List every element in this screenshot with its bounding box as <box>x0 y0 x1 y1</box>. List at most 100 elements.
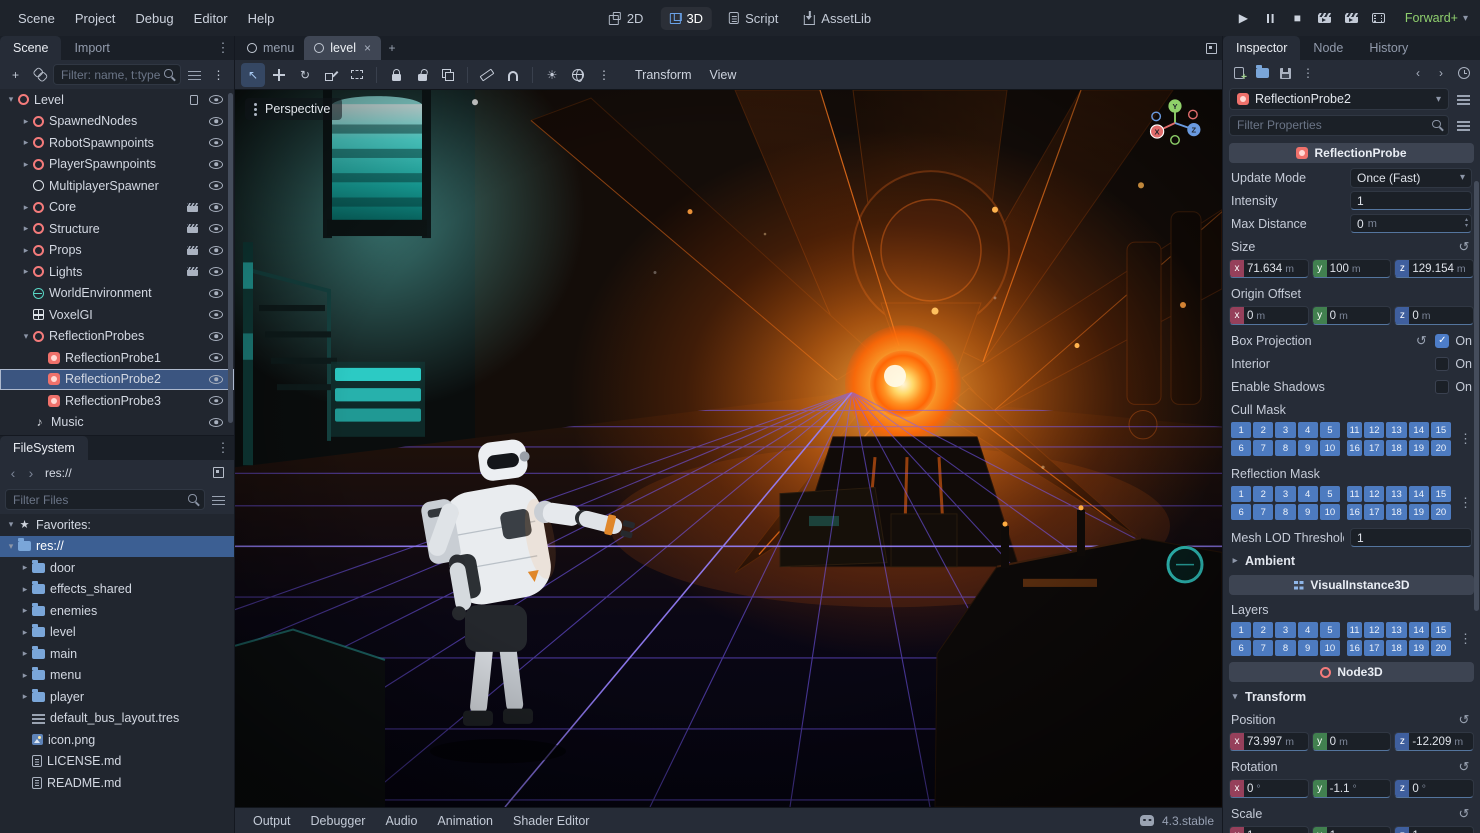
fs-split-mode-button[interactable] <box>208 462 229 483</box>
layer-cell-11[interactable]: 11 <box>1347 622 1363 638</box>
layer-cell-17[interactable]: 17 <box>1364 504 1385 520</box>
layer-cell-7[interactable]: 7 <box>1253 504 1274 520</box>
chevron-right-icon[interactable]: ▸ <box>18 648 32 659</box>
vector-field-x[interactable]: x1 <box>1229 826 1309 833</box>
vector-field-y[interactable]: y -1.1 ° <box>1311 779 1392 798</box>
load-resource-button[interactable] <box>1252 63 1272 83</box>
layer-cell-6[interactable]: 6 <box>1231 504 1252 520</box>
layer-cell-6[interactable]: 6 <box>1231 440 1252 456</box>
menu-editor[interactable]: Editor <box>184 0 238 36</box>
vector-field-x[interactable]: x 73.997 m <box>1229 732 1309 751</box>
renderer-select[interactable]: Forward+ ▾ <box>1401 11 1472 25</box>
layer-cell-19[interactable]: 19 <box>1408 504 1429 520</box>
stop-button[interactable]: ■ <box>1285 6 1310 31</box>
layer-cell-1[interactable]: 1 <box>1231 486 1252 502</box>
context-tab-script[interactable]: Script <box>720 7 787 30</box>
vector-field-z[interactable]: z 0 ° <box>1394 779 1475 798</box>
tab-inspector[interactable]: Inspector <box>1223 36 1301 60</box>
close-icon[interactable]: × <box>364 41 371 55</box>
chevron-right-icon[interactable]: ▸ <box>18 562 32 573</box>
layer-cell-18[interactable]: 18 <box>1386 640 1407 656</box>
move-tool-button[interactable] <box>267 63 291 87</box>
new-resource-button[interactable] <box>1229 63 1249 83</box>
fs-item-main[interactable]: ▸ main <box>0 643 234 665</box>
scene-node-level[interactable]: ▾ Level <box>0 89 234 111</box>
revert-icon[interactable]: ↺ <box>1456 759 1472 775</box>
group-transform[interactable]: ▾ Transform <box>1223 685 1480 708</box>
layer-cell-18[interactable]: 18 <box>1386 504 1407 520</box>
tab-filesystem[interactable]: FileSystem <box>0 436 88 460</box>
layer-cell-13[interactable]: 13 <box>1386 622 1407 638</box>
fs-item-player[interactable]: ▸ player <box>0 686 234 708</box>
movie-maker-button[interactable] <box>1366 6 1391 31</box>
layer-cell-7[interactable]: 7 <box>1253 640 1274 656</box>
chevron-right-icon[interactable]: ▸ <box>18 670 32 681</box>
layer-cell-19[interactable]: 19 <box>1408 440 1429 456</box>
layer-grid-menu-icon[interactable]: ⋮ <box>1459 431 1472 447</box>
play-button[interactable]: ▶ <box>1231 6 1256 31</box>
context-tab-3d[interactable]: 3D <box>660 6 713 30</box>
script-badge-icon[interactable] <box>190 94 198 105</box>
layer-cell-9[interactable]: 9 <box>1297 640 1318 656</box>
scene-panel-menu-icon[interactable]: ⋮ <box>212 36 234 60</box>
scene-tab-level[interactable]: level × <box>304 36 382 60</box>
layer-cell-12[interactable]: 12 <box>1364 486 1385 502</box>
spinner-icon[interactable]: ▴ ▾ <box>1465 216 1468 231</box>
chevron-right-icon[interactable]: ▸ <box>18 691 32 702</box>
layer-cell-17[interactable]: 17 <box>1364 440 1385 456</box>
scene-tab-menu[interactable]: menu <box>237 36 304 60</box>
fs-item-favorites[interactable]: ▾ ★ Favorites: <box>0 514 234 536</box>
menu-scene[interactable]: Scene <box>8 0 65 36</box>
clapper-badge-icon[interactable] <box>187 202 198 212</box>
layer-cell-3[interactable]: 3 <box>1275 422 1296 438</box>
layer-cell-13[interactable]: 13 <box>1386 422 1407 438</box>
chevron-down-icon[interactable]: ▾ <box>4 519 18 530</box>
scene-node-lights[interactable]: ▸ Lights <box>0 261 234 283</box>
bottom-tab-audio[interactable]: Audio <box>375 808 427 833</box>
chevron-right-icon[interactable]: ▸ <box>19 116 33 127</box>
layer-cell-6[interactable]: 6 <box>1231 640 1252 656</box>
visibility-toggle-icon[interactable] <box>209 353 223 363</box>
section-reflectionprobe[interactable]: ReflectionProbe <box>1229 143 1474 163</box>
layer-cell-5[interactable]: 5 <box>1319 422 1340 438</box>
layer-cell-8[interactable]: 8 <box>1275 440 1296 456</box>
visibility-toggle-icon[interactable] <box>209 288 223 298</box>
layer-cell-4[interactable]: 4 <box>1297 422 1318 438</box>
clapper-badge-icon[interactable] <box>187 245 198 255</box>
menu-debug[interactable]: Debug <box>125 0 183 36</box>
bottom-tab-debugger[interactable]: Debugger <box>301 808 376 833</box>
scene-node-reflectionprobes[interactable]: ▾ ReflectionProbes <box>0 326 234 348</box>
layer-cell-20[interactable]: 20 <box>1430 504 1451 520</box>
pause-button[interactable] <box>1258 6 1283 31</box>
scene-node-reflectionprobe2[interactable]: ReflectionProbe2 <box>0 368 234 390</box>
filter-options-button[interactable] <box>184 64 205 85</box>
fs-item-res[interactable]: ▾ res:// <box>0 535 234 557</box>
tab-history[interactable]: History <box>1356 36 1421 60</box>
layer-cell-12[interactable]: 12 <box>1364 622 1385 638</box>
vector-field-x[interactable]: x 0 ° <box>1229 779 1309 798</box>
revert-icon[interactable]: ↺ <box>1413 333 1429 349</box>
section-node3d[interactable]: Node3D <box>1229 662 1474 682</box>
vector-field-x[interactable]: x0m <box>1229 306 1309 325</box>
bottom-tab-shader-editor[interactable]: Shader Editor <box>503 808 599 833</box>
layer-cell-16[interactable]: 16 <box>1347 640 1363 656</box>
layer-cell-15[interactable]: 15 <box>1430 422 1451 438</box>
unlock-selected-button[interactable] <box>410 63 434 87</box>
fs-item-license-md[interactable]: LICENSE.md <box>0 751 234 773</box>
layer-grid-menu-icon[interactable]: ⋮ <box>1459 495 1472 511</box>
dropdown-update-mode[interactable]: Once (Fast) ▾ <box>1350 167 1472 188</box>
layer-cell-14[interactable]: 14 <box>1408 422 1429 438</box>
layer-cell-3[interactable]: 3 <box>1275 486 1296 502</box>
visibility-toggle-icon[interactable] <box>209 417 223 427</box>
checkbox-box-projection[interactable]: ✓ <box>1435 333 1450 348</box>
layer-cell-19[interactable]: 19 <box>1408 640 1429 656</box>
inspector-scrollbar[interactable] <box>1474 181 1479 611</box>
fs-item-icon-png[interactable]: icon.png <box>0 729 234 751</box>
chevron-right-icon[interactable]: ▸ <box>19 137 33 148</box>
fs-item-readme-md[interactable]: README.md <box>0 772 234 794</box>
viewport-extras-menu-button[interactable]: ⋮ <box>592 63 616 87</box>
menu-project[interactable]: Project <box>65 0 125 36</box>
fs-item-door[interactable]: ▸ door <box>0 557 234 579</box>
layer-cell-9[interactable]: 9 <box>1297 504 1318 520</box>
transform-menu[interactable]: Transform <box>626 63 701 87</box>
